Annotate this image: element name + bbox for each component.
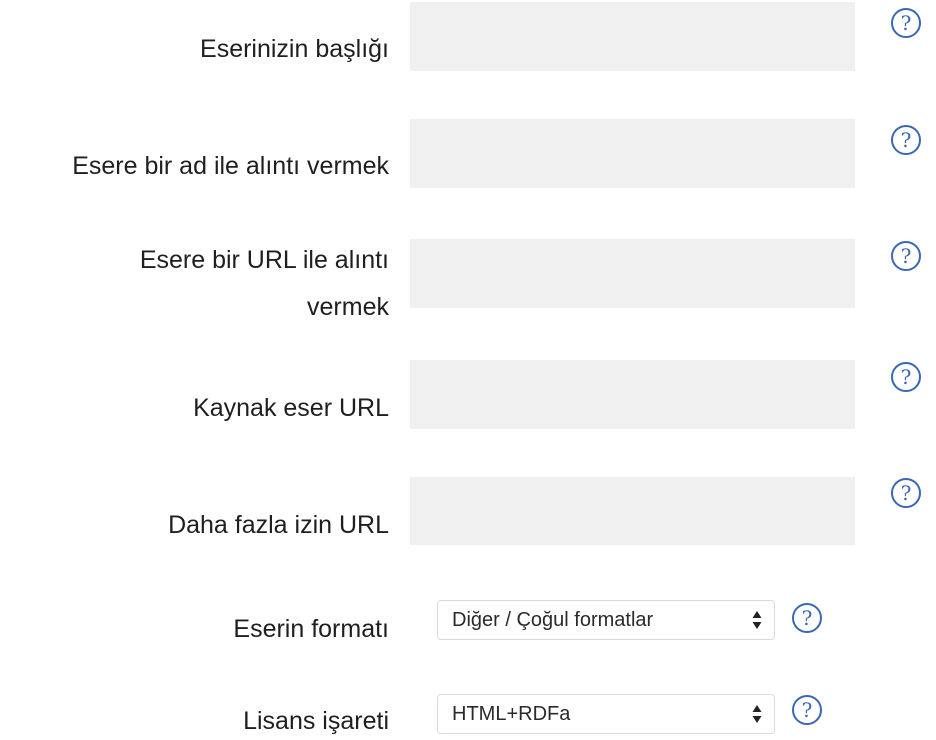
title-help-icon[interactable]: ? xyxy=(891,8,921,38)
attribution-url-input[interactable] xyxy=(410,239,855,308)
attribution-url-label-line2: vermek xyxy=(307,293,389,321)
title-label: Eserinizin başlığı xyxy=(200,35,389,63)
format-selected-value: Diğer / Çoğul formatlar xyxy=(452,609,654,631)
license-mark-label: Lisans işareti xyxy=(243,707,389,735)
attribution-name-help-icon[interactable]: ? xyxy=(891,125,921,155)
format-select[interactable]: Diğer / Çoğul formatlar xyxy=(437,600,775,640)
license-mark-select[interactable]: HTML+RDFa xyxy=(437,694,775,734)
attribution-url-help-icon[interactable]: ? xyxy=(891,241,921,271)
attribution-name-label: Esere bir ad ile alıntı vermek xyxy=(72,152,389,180)
more-permissions-url-help-icon[interactable]: ? xyxy=(891,478,921,508)
up-down-arrows-icon xyxy=(752,611,762,629)
license-mark-help-icon[interactable]: ? xyxy=(792,695,822,725)
source-url-label: Kaynak eser URL xyxy=(193,394,389,422)
source-url-help-icon[interactable]: ? xyxy=(891,362,921,392)
more-permissions-url-input[interactable] xyxy=(410,477,855,545)
format-help-icon[interactable]: ? xyxy=(792,603,822,633)
title-input[interactable] xyxy=(410,2,855,71)
format-label: Eserin formatı xyxy=(233,615,389,643)
attribution-url-label-line1: Esere bir URL ile alıntı xyxy=(139,246,389,274)
source-url-input[interactable] xyxy=(410,360,855,429)
up-down-arrows-icon xyxy=(752,705,762,723)
attribution-name-input[interactable] xyxy=(410,119,855,188)
license-mark-selected-value: HTML+RDFa xyxy=(452,703,571,725)
more-permissions-url-label: Daha fazla izin URL xyxy=(168,511,389,539)
